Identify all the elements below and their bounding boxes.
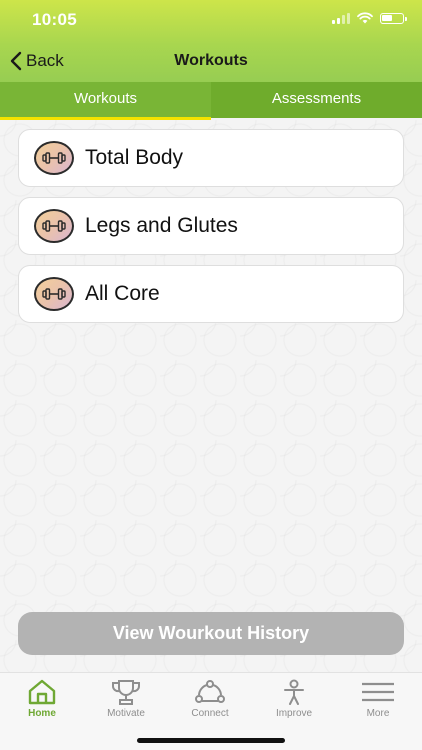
dumbbell-icon [34,209,74,243]
tab-workouts[interactable]: Workouts [0,82,211,120]
tabbar-label: Improve [275,708,313,719]
tabbar-label: More [366,708,390,719]
screen: 10:05 Back Workouts Workouts Assessments… [0,0,422,750]
view-workout-history-button[interactable]: View Wourkout History [18,612,404,655]
page-title: Workouts [174,52,248,69]
signal-icon [332,12,350,24]
person-icon [284,679,304,705]
status-icons [332,12,407,24]
status-time: 10:05 [32,10,77,29]
dumbbell-icon [34,277,74,311]
tab-assessments[interactable]: Assessments [211,82,422,118]
tabbar-item-improve[interactable]: Improve [252,679,336,719]
connect-icon [195,680,225,703]
workout-item-total-body[interactable]: Total Body [18,129,404,187]
workout-list: Total Body Legs and Glutes All Core [18,129,404,333]
home-icon [28,679,56,705]
workout-item-legs-and-glutes[interactable]: Legs and Glutes [18,197,404,255]
tabbar-item-motivate[interactable]: Motivate [84,679,168,719]
workout-label: Legs and Glutes [85,214,238,237]
tabbar-item-connect[interactable]: Connect [168,679,252,719]
tabbar-label: Connect [191,708,229,719]
workout-item-all-core[interactable]: All Core [18,265,404,323]
tabbar-item-home[interactable]: Home [0,679,84,719]
menu-icon [362,682,394,702]
header: 10:05 Back Workouts [0,0,422,82]
status-bar: 10:05 [0,0,422,40]
home-indicator [137,738,285,743]
tabbar-label: Motivate [107,708,145,719]
tabbar-item-more[interactable]: More [336,679,420,719]
segment-tabs: Workouts Assessments [0,82,422,120]
wifi-icon [357,12,373,24]
nav-bar: Back Workouts [0,42,422,82]
workout-label: Total Body [85,146,184,169]
trophy-icon [112,680,140,705]
dumbbell-icon [34,141,74,175]
battery-icon [380,12,407,24]
tabbar-label: Home [28,708,56,719]
workout-label: All Core [85,282,160,305]
